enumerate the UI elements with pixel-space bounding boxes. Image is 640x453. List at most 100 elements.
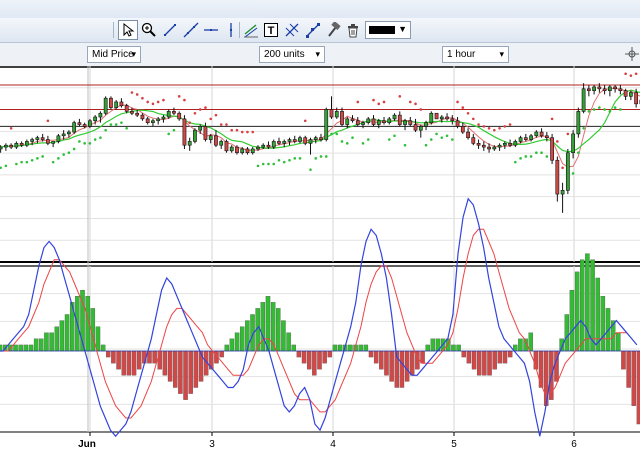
delete-tool-button[interactable] [343, 20, 363, 40]
sar-dot [136, 93, 139, 96]
price-type-select[interactable]: Mid Price ▾ [87, 46, 141, 63]
candle-body [88, 121, 91, 127]
histogram-bar [518, 339, 522, 351]
candle-body [251, 149, 254, 153]
candle-body [46, 140, 49, 144]
sar-dot [556, 140, 559, 143]
candle-body [188, 141, 191, 145]
histogram-bar [116, 351, 120, 369]
text-tool-button[interactable]: T [261, 20, 281, 40]
toolbar-separator [113, 22, 114, 38]
candle-body [36, 138, 39, 140]
hammer-tool-button[interactable] [323, 20, 343, 40]
histogram-bar [158, 351, 162, 369]
candle-body [83, 125, 86, 127]
drawing-toolbar: T [0, 18, 640, 43]
sar-dot [283, 161, 286, 164]
candle-body [52, 141, 55, 143]
units-select[interactable]: 200 units ▾ [259, 46, 325, 63]
candle-body [372, 119, 375, 125]
histogram-bar [266, 296, 270, 351]
sar-dot [225, 123, 228, 126]
candle-body [104, 98, 107, 113]
candle-body [4, 145, 7, 147]
sar-dot [188, 121, 191, 124]
candle-body [388, 119, 391, 123]
candle-body [398, 115, 401, 124]
histogram-bar [323, 351, 327, 363]
sar-dot [451, 138, 454, 141]
histogram-bar [230, 339, 234, 351]
zoom-tool-button[interactable] [139, 20, 159, 40]
histogram-bar [338, 345, 342, 351]
candle-body [193, 130, 196, 141]
trend-channel-tool-button[interactable] [241, 20, 261, 40]
timeframe-select[interactable]: 1 hour ▾ [442, 46, 509, 63]
histogram-bar [127, 351, 131, 375]
sar-dot [619, 108, 622, 111]
multi-line-tool-button[interactable] [303, 20, 323, 40]
histogram-bar [585, 254, 589, 351]
sar-dot [519, 157, 522, 160]
sar-dot [446, 135, 449, 138]
candle-body [256, 147, 259, 149]
candle-body [545, 136, 548, 138]
histogram-bar [374, 351, 378, 363]
sar-dot [525, 155, 528, 158]
candle-body [566, 153, 569, 191]
histogram-bar [183, 351, 187, 400]
sar-dot [624, 72, 627, 75]
histogram-bar [400, 351, 404, 388]
candle-body [78, 123, 81, 125]
sar-dot [262, 163, 265, 166]
vertical-line-tool-button[interactable] [221, 20, 241, 40]
trend-channel-icon [243, 22, 259, 38]
histogram-bar [405, 351, 409, 381]
candle-body [624, 91, 627, 97]
sar-dot [477, 123, 480, 126]
line-color-select[interactable]: ▼ [365, 21, 411, 39]
sar-dot [73, 148, 76, 151]
ray-tool-button[interactable] [181, 20, 201, 40]
x-axis-label: 4 [330, 439, 336, 450]
line-tool-button[interactable] [160, 20, 180, 40]
candle-body [288, 140, 291, 142]
fibonacci-tool-button[interactable] [282, 20, 302, 40]
candle-body [125, 106, 128, 112]
candle-body [172, 111, 175, 113]
sar-dot [409, 101, 412, 104]
histogram-bar [482, 351, 486, 375]
chart-area[interactable]: Jun3456 [0, 66, 640, 450]
chevron-down-icon: ▾ [499, 48, 504, 61]
histogram-bar [19, 345, 23, 351]
sar-dot [120, 121, 123, 124]
candle-body [115, 102, 118, 108]
ray-icon [183, 22, 199, 38]
chart-settings-button[interactable] [622, 44, 640, 64]
horizontal-line-tool-button[interactable] [201, 20, 221, 40]
sar-dot [540, 151, 543, 154]
candle-body [629, 93, 632, 97]
sar-dot [141, 97, 144, 100]
sar-dot [330, 133, 333, 136]
sar-dot [68, 151, 71, 154]
sar-dot [535, 151, 538, 154]
sar-dot [493, 129, 496, 132]
sar-dot [635, 72, 638, 75]
candle-body [146, 119, 149, 123]
sar-dot [404, 144, 407, 147]
pointer-tool-button[interactable] [118, 20, 138, 40]
price-chart[interactable]: Jun3456 [0, 66, 640, 450]
histogram-bar [147, 351, 151, 363]
candle-body [382, 121, 385, 123]
sar-dot [341, 140, 344, 143]
histogram-bar [616, 333, 620, 351]
candle-body [603, 89, 606, 91]
histogram-bar [199, 351, 203, 381]
candle-body [367, 119, 370, 123]
sar-dot [204, 106, 207, 109]
sar-dot [115, 123, 118, 126]
candle-body [304, 138, 307, 144]
candle-body [582, 89, 585, 112]
candle-body [361, 123, 364, 125]
